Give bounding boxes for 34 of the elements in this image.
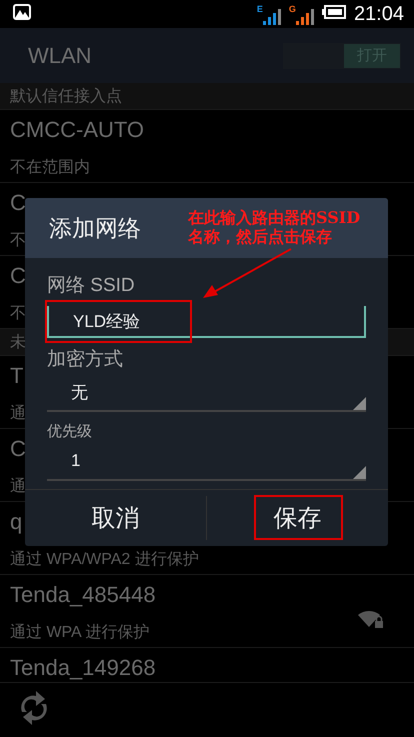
network-name: T: [10, 364, 24, 388]
network-status: 不在范围内: [10, 158, 90, 178]
dropdown-field[interactable]: 1: [47, 443, 366, 481]
network-name: Tenda_149268: [10, 656, 156, 680]
dialog-button[interactable]: 保存: [207, 491, 388, 545]
signal-icon: [262, 7, 283, 25]
network-status: 通: [10, 404, 26, 424]
network-status: 通过 WPA/WPA2 进行保护: [10, 550, 199, 570]
dropdown-field[interactable]: 无: [47, 374, 366, 412]
network-status: 不: [10, 304, 26, 324]
annotation-note: 在此输入路由器的SSID 名称，然后点击保存: [188, 208, 360, 246]
dialog-title: 添加网络: [49, 214, 141, 242]
section-header: 默认信任接入点: [0, 83, 414, 110]
dropdown-corner-icon: [353, 466, 366, 479]
network-status: 通过 WPA 进行保护: [10, 623, 150, 643]
network-name: CMCC-AUTO: [10, 118, 144, 142]
clock-time: 21:04: [354, 2, 404, 26]
network-name: C: [10, 264, 26, 288]
network-item[interactable]: CMCC-AUTO 不在范围内: [0, 110, 414, 183]
dropdown-corner-icon: [353, 397, 366, 410]
network-type-label: G: [288, 5, 296, 14]
network-item[interactable]: Tenda_485448 通过 WPA 进行保护: [0, 575, 414, 648]
network-status: 通: [10, 477, 26, 497]
network-name: Tenda_485448: [10, 583, 156, 607]
field-label: 网络 SSID: [47, 274, 135, 298]
screen-title: WLAN: [28, 42, 93, 68]
network-type-label: E: [256, 5, 263, 14]
signal-icon: [296, 7, 316, 25]
network-name: q: [10, 510, 22, 534]
dialog-button[interactable]: 取消: [25, 491, 206, 545]
network-name: C: [10, 191, 26, 215]
network-status: 不: [10, 231, 26, 251]
field-label: 优先级: [47, 422, 92, 441]
network-name: C: [10, 437, 26, 461]
